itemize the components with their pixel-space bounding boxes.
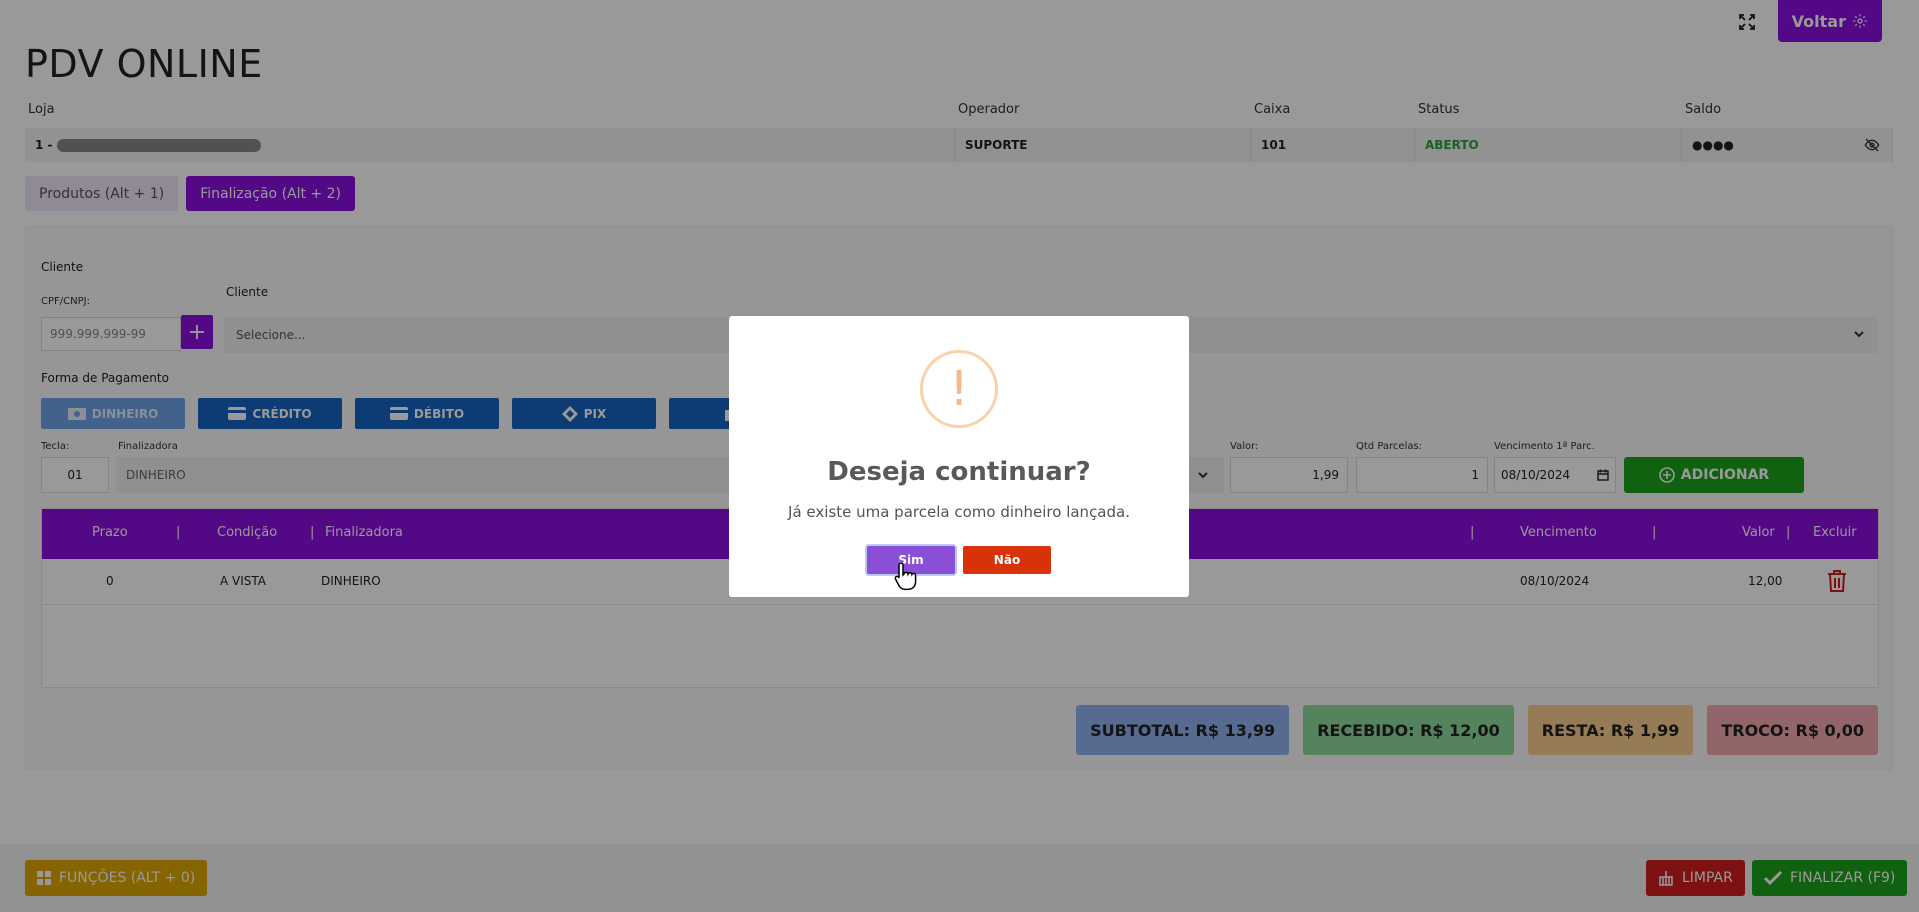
dialog-message: Já existe uma parcela como dinheiro lanç… [788, 503, 1130, 521]
warning-icon: ! [920, 350, 998, 428]
hand-cursor-icon [894, 562, 917, 591]
dialog-title: Deseja continuar? [827, 457, 1091, 487]
confirm-dialog: ! Deseja continuar? Já existe uma parcel… [729, 316, 1189, 597]
warning-glyph: ! [949, 361, 969, 417]
cancel-button[interactable]: Não [963, 546, 1051, 574]
dialog-actions: Sim Não [729, 546, 1189, 574]
